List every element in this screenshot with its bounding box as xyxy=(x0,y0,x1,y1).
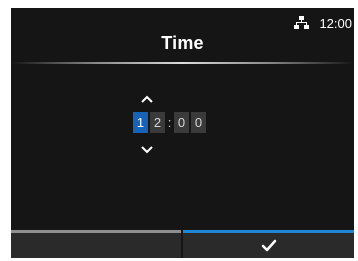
title-divider xyxy=(11,62,354,64)
header: 12:00 Time xyxy=(11,8,354,64)
network-icon xyxy=(294,16,310,29)
time-editor: 1 2 : 0 0 xyxy=(133,94,243,156)
back-softkey[interactable] xyxy=(11,230,181,258)
time-digits: 1 2 : 0 0 xyxy=(133,112,208,133)
hour-ones-digit[interactable]: 2 xyxy=(150,112,165,133)
status-bar: 12:00 xyxy=(294,14,352,32)
page-title: Time xyxy=(161,33,204,53)
back-softkey-indicator xyxy=(11,230,181,233)
minute-ones-digit[interactable]: 0 xyxy=(191,112,206,133)
minute-tens-digit[interactable]: 0 xyxy=(174,112,189,133)
confirm-indicator xyxy=(183,230,354,233)
hour-tens-digit[interactable]: 1 xyxy=(133,112,148,133)
footer-bar xyxy=(11,230,354,258)
status-clock: 12:00 xyxy=(319,15,352,31)
time-separator: : xyxy=(167,115,172,130)
chevron-up-icon[interactable] xyxy=(140,94,154,104)
confirm-button[interactable] xyxy=(183,230,354,258)
printer-display: 12:00 Time 1 2 : 0 0 xyxy=(11,8,354,258)
checkmark-icon xyxy=(261,239,277,252)
chevron-down-icon[interactable] xyxy=(140,145,154,155)
